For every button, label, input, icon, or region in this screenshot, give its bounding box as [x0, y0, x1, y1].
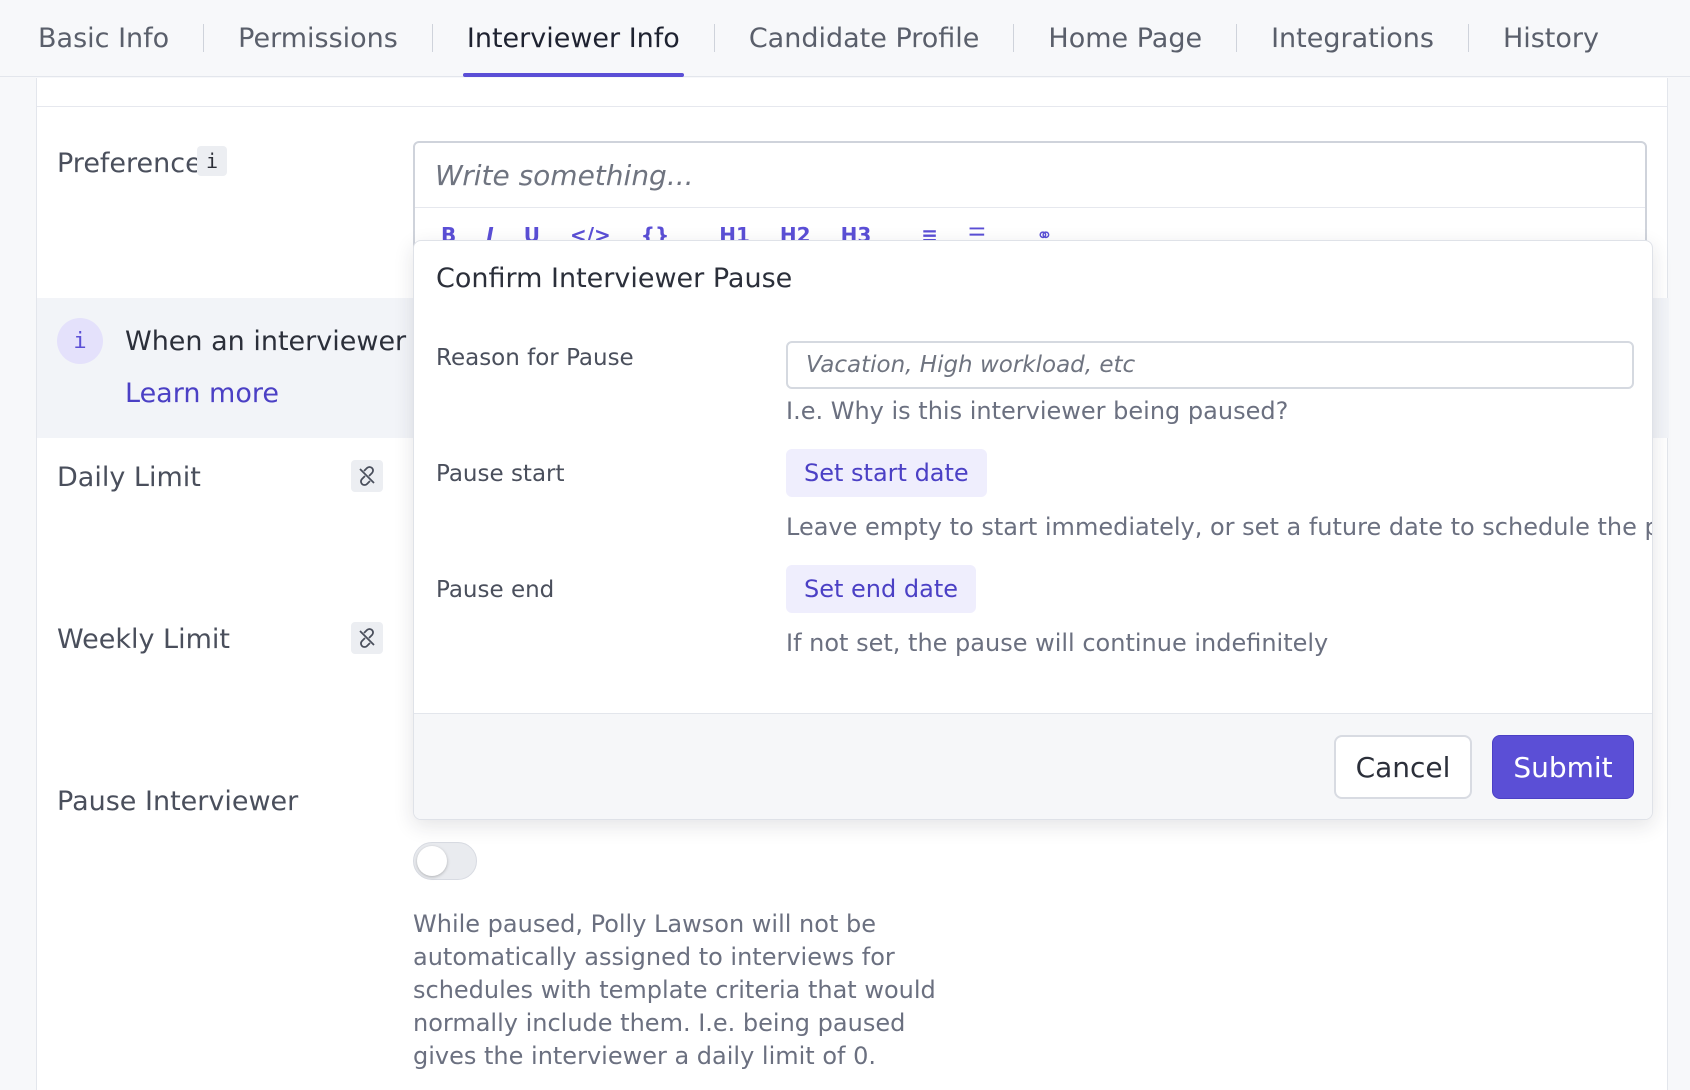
info-icon: i — [57, 318, 103, 364]
modal-title: Confirm Interviewer Pause — [436, 263, 793, 294]
pause-start-label: Pause start — [436, 461, 565, 487]
reason-help: I.e. Why is this interviewer being pause… — [786, 397, 1289, 425]
info-icon[interactable]: i — [197, 146, 227, 176]
pause-description: While paused, Polly Lawson will not be a… — [413, 910, 936, 1070]
submit-button[interactable]: Submit — [1492, 735, 1634, 799]
unlink-icon[interactable] — [351, 622, 383, 654]
toggle-knob — [417, 846, 447, 876]
banner-text: When an interviewer ha — [125, 326, 449, 357]
pause-interviewer-label: Pause Interviewer — [57, 786, 299, 817]
tab-bar: Basic Info Permissions Interviewer Info … — [0, 0, 1690, 77]
tab-permissions[interactable]: Permissions — [238, 0, 398, 77]
tab-candidate-profile[interactable]: Candidate Profile — [749, 0, 980, 77]
interviewer-info-panel: Preferences i Write something... B I U <… — [36, 78, 1669, 1090]
pause-start-help: Leave empty to start immediately, or set… — [786, 513, 1653, 541]
tab-home-page[interactable]: Home Page — [1048, 0, 1202, 77]
unlink-icon[interactable] — [351, 460, 383, 492]
pause-interviewer-toggle[interactable] — [413, 842, 477, 880]
tab-divider — [713, 24, 715, 52]
editor-placeholder: Write something... — [435, 159, 694, 192]
daily-limit-label: Daily Limit — [57, 462, 201, 493]
learn-more-link[interactable]: Learn more — [125, 378, 279, 409]
tab-divider — [431, 24, 433, 52]
tab-history[interactable]: History — [1503, 0, 1599, 77]
set-end-date-button[interactable]: Set end date — [786, 565, 976, 613]
tab-interviewer-info[interactable]: Interviewer Info — [462, 0, 684, 77]
tab-integrations[interactable]: Integrations — [1271, 0, 1434, 77]
pause-end-label: Pause end — [436, 577, 555, 603]
unlink-icon-svg — [359, 466, 375, 486]
tab-basic-info[interactable]: Basic Info — [38, 0, 169, 77]
tab-divider — [1236, 24, 1238, 52]
weekly-limit-label: Weekly Limit — [57, 624, 230, 655]
editor-divider — [415, 207, 1645, 208]
modal-footer: Cancel Submit — [414, 713, 1652, 819]
section-divider — [37, 106, 1667, 107]
reason-input[interactable] — [786, 341, 1634, 389]
tab-divider — [203, 24, 205, 52]
reason-label: Reason for Pause — [436, 345, 634, 371]
unlink-icon-svg — [359, 628, 375, 648]
set-start-date-button[interactable]: Set start date — [786, 449, 987, 497]
confirm-pause-modal: Confirm Interviewer Pause Reason for Pau… — [413, 240, 1653, 820]
preferences-label: Preferences — [57, 148, 216, 179]
tab-divider — [1467, 24, 1469, 52]
cancel-button[interactable]: Cancel — [1334, 735, 1472, 799]
tab-divider — [1013, 24, 1015, 52]
pause-end-help: If not set, the pause will continue inde… — [786, 629, 1329, 657]
